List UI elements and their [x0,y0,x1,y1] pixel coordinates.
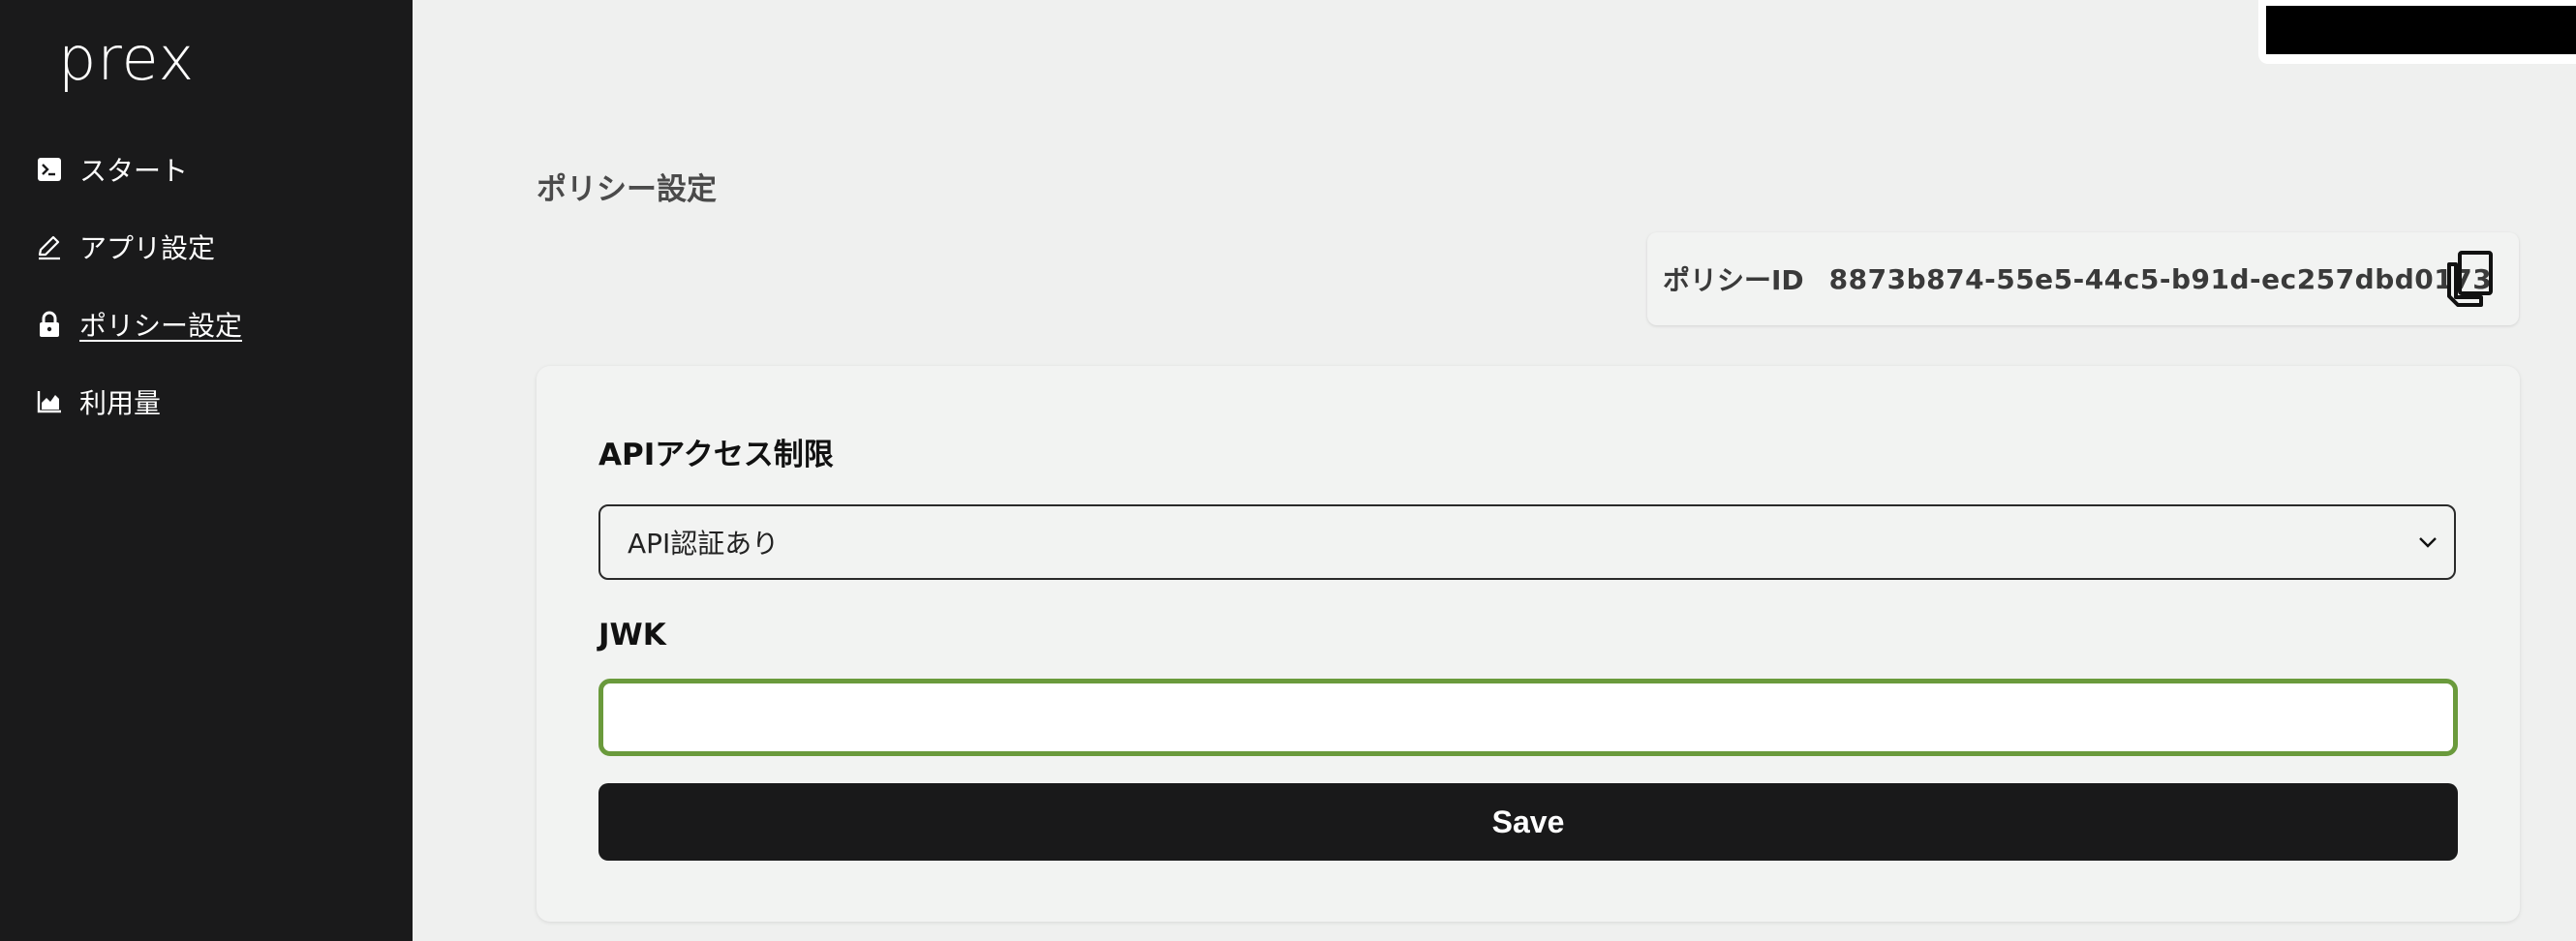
policy-form-card: APIアクセス制限 API認証あり JWK Save [537,366,2520,922]
jwk-label: JWK [598,618,666,653]
app-logo[interactable]: prex [58,29,195,89]
sidebar-item-label: アプリ設定 [79,232,216,264]
sidebar-item-label: ポリシー設定 [79,310,243,342]
sidebar: prex スタート アプリ設定 ポリシー設定 利用量 [0,0,413,941]
redacted-block [2266,6,2576,54]
api-access-label: APIアクセス制限 [598,438,834,472]
policy-id-box: ポリシーID 8873b874-55e5-44c5-b91d-ec257dbd0… [1647,232,2519,325]
area-chart-icon [35,387,64,416]
api-access-select-value: API認証あり [628,528,780,560]
copy-icon [2447,251,2493,307]
sidebar-item-usage[interactable]: 利用量 [35,378,161,426]
policy-id-value: 8873b874-55e5-44c5-b91d-ec257dbd0173 [1828,262,2493,295]
chevron-down-icon [2419,537,2437,548]
jwk-input[interactable] [598,679,2458,756]
page-title: ポリシー設定 [537,172,717,207]
sidebar-item-label: 利用量 [79,387,162,419]
save-button[interactable]: Save [598,783,2458,861]
lock-icon [35,310,64,339]
sidebar-item-label: スタート [79,155,189,187]
account-menu[interactable] [2258,0,2576,64]
pencil-icon [35,232,64,261]
api-access-select[interactable]: API認証あり [598,504,2456,580]
policy-id-label: ポリシーID [1663,264,1804,296]
sidebar-item-start[interactable]: スタート [35,145,188,194]
sidebar-item-policy-settings[interactable]: ポリシー設定 [35,300,242,349]
terminal-icon [35,155,64,184]
sidebar-item-app-settings[interactable]: アプリ設定 [35,223,215,271]
copy-button[interactable] [2441,250,2499,308]
